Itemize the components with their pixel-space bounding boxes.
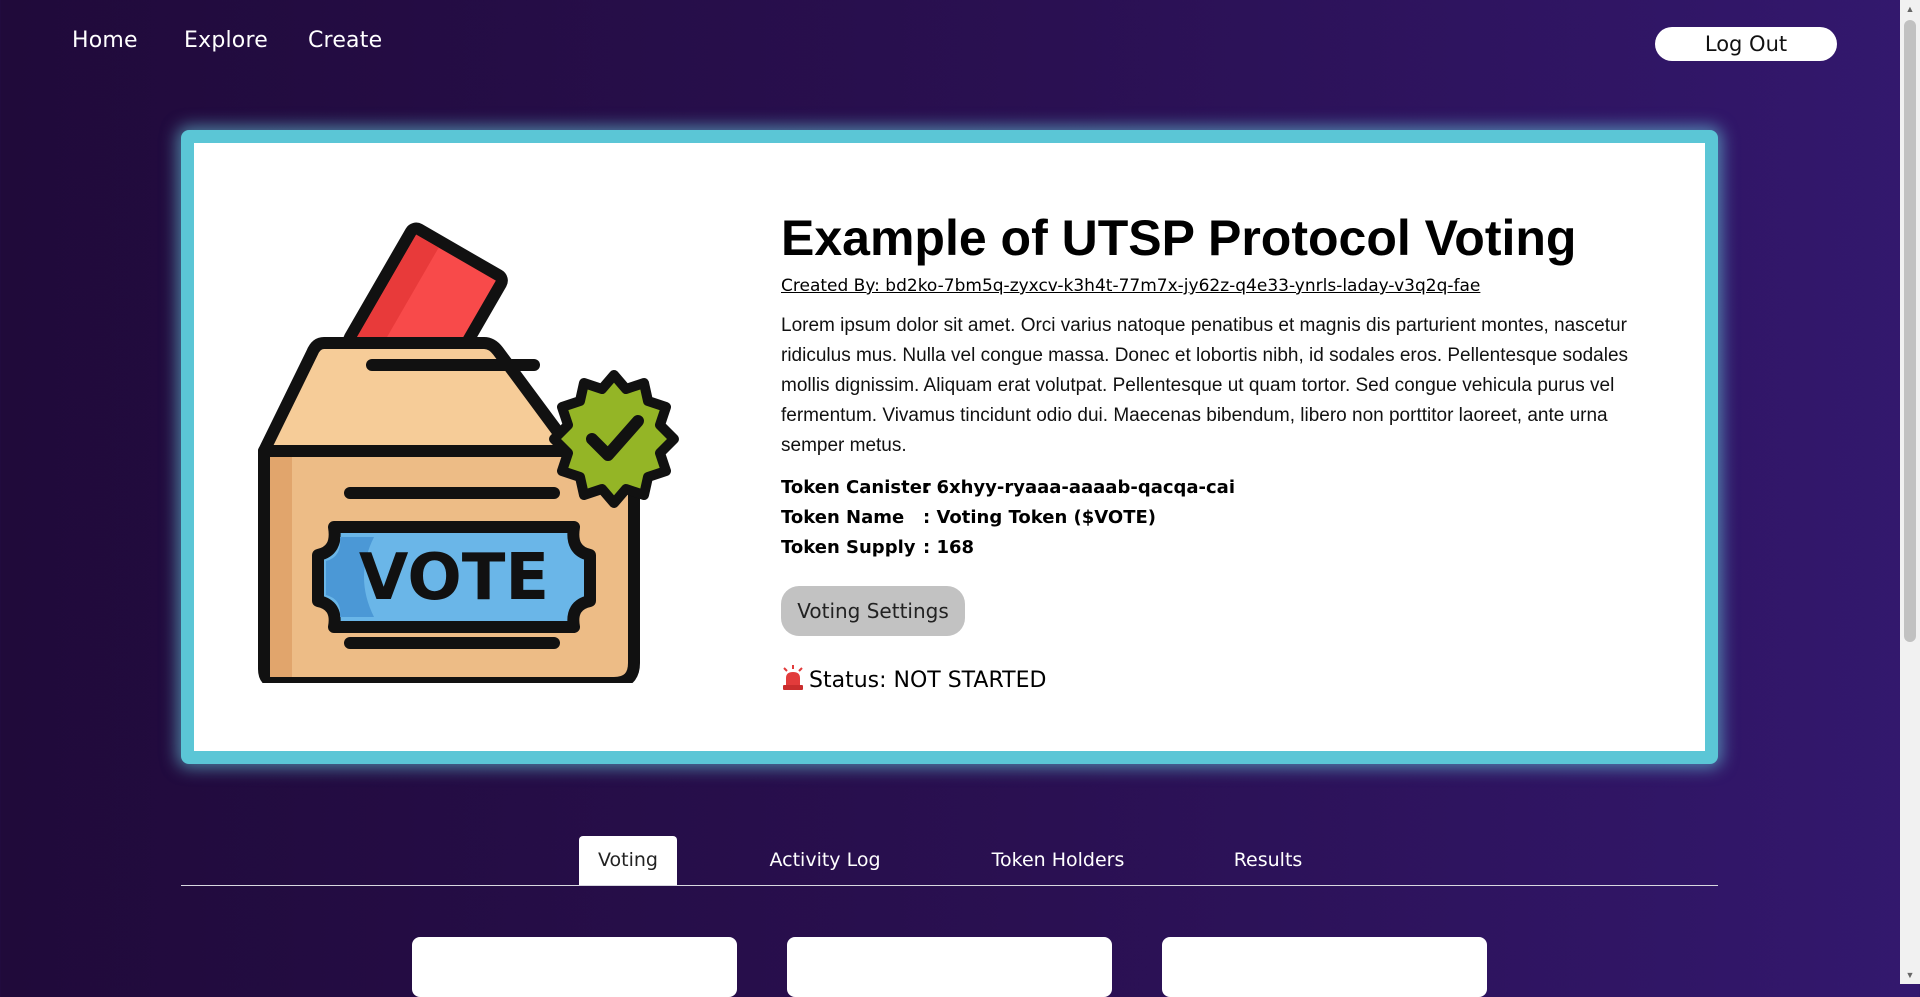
tabs-divider [181, 885, 1718, 886]
voting-option-card[interactable] [787, 937, 1112, 997]
scroll-down-arrow-icon[interactable]: ▼ [1904, 968, 1916, 982]
voting-status: Status: NOT STARTED [781, 665, 1046, 693]
proposal-card-frame: VOTE Example of UTSP Protocol Voting Cre… [181, 130, 1718, 764]
creator-link[interactable]: Created By: bd2ko-7bm5q-zyxcv-k3h4t-77m7… [781, 276, 1480, 296]
proposal-description: Lorem ipsum dolor sit amet. Orci varius … [781, 315, 1629, 456]
token-supply-row: Token Supply : 168 [781, 533, 1235, 563]
tab-token-holders[interactable]: Token Holders [983, 836, 1133, 885]
voting-option-card[interactable] [412, 937, 737, 997]
tab-results[interactable]: Results [1220, 836, 1316, 885]
token-name-row: Token Name : Voting Token ($VOTE) [781, 503, 1235, 533]
token-name-value: : Voting Token ($VOTE) [923, 507, 1157, 528]
token-canister-row: Token Canister: 6xhyy-ryaaa-aaaab-qacqa-… [781, 473, 1235, 503]
vote-box-illustration: VOTE [258, 222, 679, 683]
tab-activity-log[interactable]: Activity Log [755, 836, 895, 885]
token-canister-value: : 6xhyy-ryaaa-aaaab-qacqa-cai [923, 477, 1236, 498]
token-info: Token Canister: 6xhyy-ryaaa-aaaab-qacqa-… [781, 473, 1235, 563]
nav-create-link[interactable]: Create [308, 28, 382, 53]
nav-explore-link[interactable]: Explore [184, 28, 268, 53]
logout-button[interactable]: Log Out [1655, 27, 1837, 61]
siren-icon [783, 665, 803, 690]
token-canister-label: Token Canister [781, 477, 931, 498]
nav-home-link[interactable]: Home [72, 28, 138, 53]
proposal-card: VOTE Example of UTSP Protocol Voting Cre… [194, 143, 1705, 751]
voting-status-text: Status: NOT STARTED [809, 668, 1047, 693]
proposal-title: Example of UTSP Protocol Voting [781, 210, 1577, 266]
voting-settings-button[interactable]: Voting Settings [781, 586, 965, 636]
token-supply-value: : 168 [923, 537, 975, 558]
tab-voting[interactable]: Voting [579, 836, 677, 885]
token-supply-label: Token Supply [781, 537, 916, 558]
token-name-label: Token Name [781, 507, 905, 528]
scrollbar-thumb[interactable] [1904, 20, 1916, 642]
vote-text: VOTE [359, 541, 549, 615]
scroll-up-arrow-icon[interactable]: ▲ [1904, 2, 1916, 16]
voting-option-card[interactable] [1162, 937, 1487, 997]
